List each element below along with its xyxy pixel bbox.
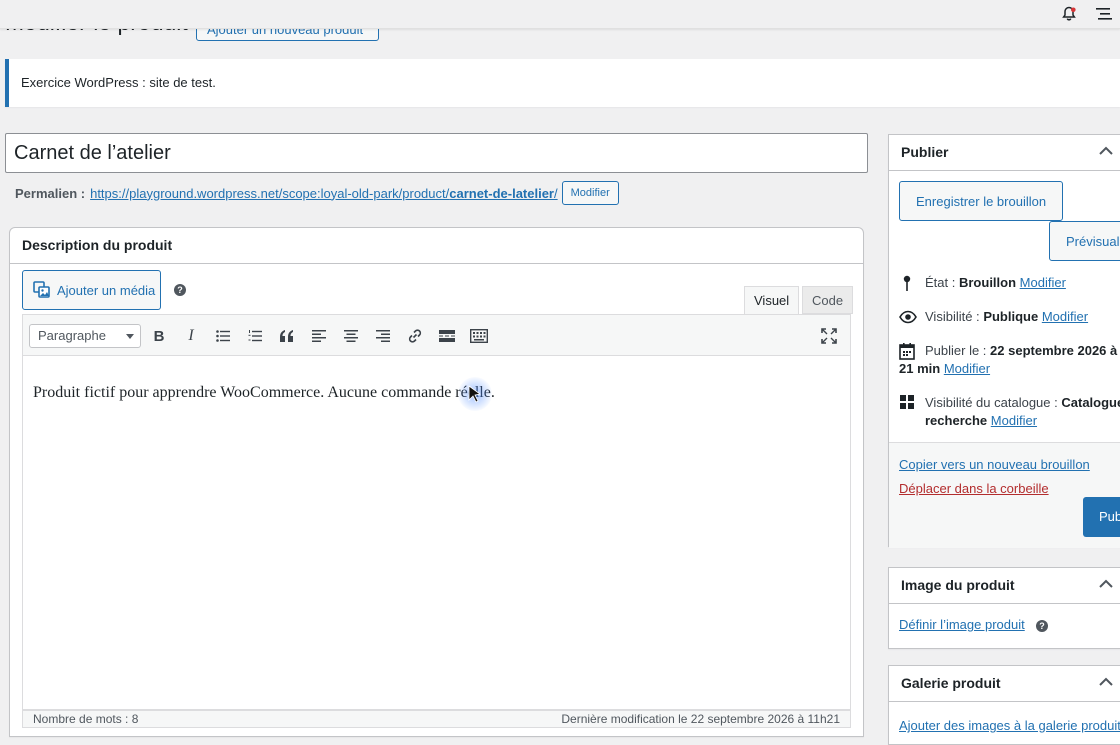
description-box: Description du produit Ajouter un média …	[9, 227, 864, 737]
product-image-box: Image du produit Définir l’image produit…	[888, 567, 1120, 649]
chevron-up-icon[interactable]	[1099, 677, 1113, 687]
format-select[interactable]: Paragraphe	[29, 324, 141, 348]
product-gallery-header: Galerie produit	[889, 666, 1120, 702]
word-count: Nombre de mots : 8	[33, 712, 139, 726]
publish-box-header: Publier	[889, 135, 1120, 171]
tab-code[interactable]: Code	[802, 286, 854, 314]
product-gallery-box: Galerie produit Ajouter des images à la …	[888, 665, 1120, 745]
publish-date-row: Publier le : 22 septembre 2026 à 11 h 21…	[899, 342, 1120, 376]
italic-icon[interactable]: I	[181, 326, 201, 346]
notice-text: Exercice WordPress : site de test.	[21, 75, 216, 90]
editor-statusbar: Nombre de mots : 8 Dernière modification…	[22, 710, 851, 728]
chevron-up-icon[interactable]	[1099, 146, 1113, 156]
format-select-value: Paragraphe	[38, 328, 106, 343]
publish-box: Publier Enregistrer le brouillon Prévisu…	[888, 134, 1120, 548]
visibility-edit-link[interactable]: Modifier	[1042, 309, 1088, 324]
align-center-icon[interactable]	[341, 326, 361, 346]
chevron-up-icon[interactable]	[1099, 579, 1113, 589]
save-draft-button[interactable]: Enregistrer le brouillon	[899, 181, 1063, 221]
description-box-title: Description du produit	[10, 228, 863, 264]
editor-toolbar: Paragraphe B I	[22, 314, 851, 356]
product-image-title: Image du produit	[901, 577, 1015, 593]
publish-button[interactable]: Publier	[1083, 497, 1120, 537]
permalink-edit-button[interactable]: Modifier	[561, 181, 619, 205]
add-gallery-images-link[interactable]: Ajouter des images à la galerie produit	[899, 718, 1120, 733]
cursor-icon	[468, 385, 482, 403]
content-paragraph[interactable]: Produit fictif pour apprendre WooCommerc…	[33, 384, 840, 402]
bold-icon[interactable]: B	[149, 326, 169, 346]
permalink-link[interactable]: https://playground.wordpress.net/scope:l…	[90, 186, 558, 201]
help-icon[interactable]: ?	[174, 284, 186, 296]
align-left-icon[interactable]	[309, 326, 329, 346]
add-media-label: Ajouter un média	[57, 282, 156, 298]
catalog-visibility-row: Visibilité du catalogue : Catalogue et r…	[899, 394, 1120, 430]
editor-content[interactable]: Produit fictif pour apprendre WooCommerc…	[22, 356, 851, 710]
date-edit-link[interactable]: Modifier	[944, 361, 990, 376]
numbered-list-icon[interactable]	[245, 326, 265, 346]
add-media-button[interactable]: Ajouter un média	[22, 270, 161, 310]
permalink: Permalien : https://playground.wordpress…	[15, 180, 619, 206]
product-image-header: Image du produit	[889, 568, 1120, 604]
align-right-icon[interactable]	[373, 326, 393, 346]
publish-box-title: Publier	[901, 144, 949, 160]
grid-icon	[899, 394, 915, 410]
trash-link[interactable]: Déplacer dans la corbeille	[899, 481, 1049, 496]
menu-icon[interactable]	[1096, 7, 1112, 21]
title-input[interactable]	[5, 133, 868, 173]
admin-notice: Exercice WordPress : site de test.	[5, 59, 1120, 107]
status-edit-link[interactable]: Modifier	[1020, 275, 1066, 290]
eye-icon	[899, 310, 917, 324]
bullet-list-icon[interactable]	[213, 326, 233, 346]
catalog-edit-link[interactable]: Modifier	[991, 413, 1037, 428]
tab-visual[interactable]: Visuel	[744, 286, 800, 315]
product-gallery-title: Galerie produit	[901, 675, 1001, 691]
quote-icon[interactable]	[277, 326, 297, 346]
permalink-label: Permalien :	[15, 185, 86, 201]
chevron-down-icon	[126, 334, 134, 339]
visibility-row: Visibilité : Publique Modifier	[899, 308, 1088, 326]
help-icon[interactable]: ?	[1036, 620, 1048, 632]
toolbar-toggle-icon[interactable]	[469, 326, 489, 346]
link-icon[interactable]	[405, 326, 425, 346]
copy-draft-link[interactable]: Copier vers un nouveau brouillon	[899, 457, 1090, 472]
preview-button[interactable]: Prévisualiser	[1049, 221, 1120, 261]
bell-icon[interactable]	[1061, 6, 1077, 22]
status-row: État : Brouillon Modifier	[899, 274, 1066, 292]
publish-actions: Copier vers un nouveau brouillon Déplace…	[889, 442, 1120, 548]
calendar-icon	[899, 342, 915, 360]
last-modified: Dernière modification le 22 septembre 20…	[561, 712, 840, 726]
read-more-icon[interactable]	[437, 326, 457, 346]
fullscreen-icon[interactable]	[819, 326, 839, 346]
top-bar	[0, 0, 1120, 29]
pin-icon	[899, 274, 915, 292]
media-icon	[33, 281, 51, 299]
set-product-image-link[interactable]: Définir l’image produit	[899, 617, 1025, 632]
